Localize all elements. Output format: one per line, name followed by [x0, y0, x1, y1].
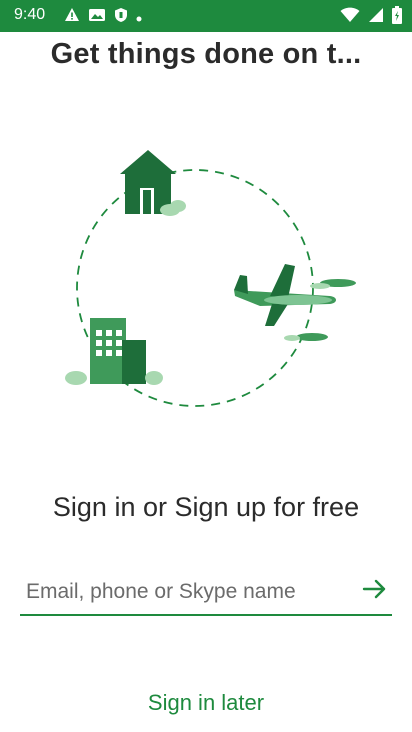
signin-later-link[interactable]: Sign in later: [0, 690, 412, 716]
next-button[interactable]: [360, 576, 390, 606]
signin-heading: Sign in or Sign up for free: [52, 492, 360, 522]
image-icon: [88, 7, 106, 28]
airplane-icon: [234, 264, 356, 341]
email-phone-skype-input[interactable]: [24, 574, 348, 610]
shield-icon: [114, 7, 128, 28]
arrow-right-icon: [362, 578, 388, 605]
wifi-icon: [340, 7, 360, 28]
onboarding-illustration: [60, 140, 370, 420]
status-time: 9:40: [14, 6, 46, 23]
warning-icon: [64, 7, 80, 28]
onboarding-headline: Get things done on t...: [50, 38, 362, 70]
battery-icon: [392, 6, 402, 29]
house-icon: [120, 150, 186, 216]
signal-icon: [368, 7, 384, 28]
office-building-icon: [65, 318, 163, 385]
dot-icon: [136, 9, 142, 27]
signin-input-container: [20, 568, 392, 616]
status-bar: 9:40: [0, 0, 412, 32]
